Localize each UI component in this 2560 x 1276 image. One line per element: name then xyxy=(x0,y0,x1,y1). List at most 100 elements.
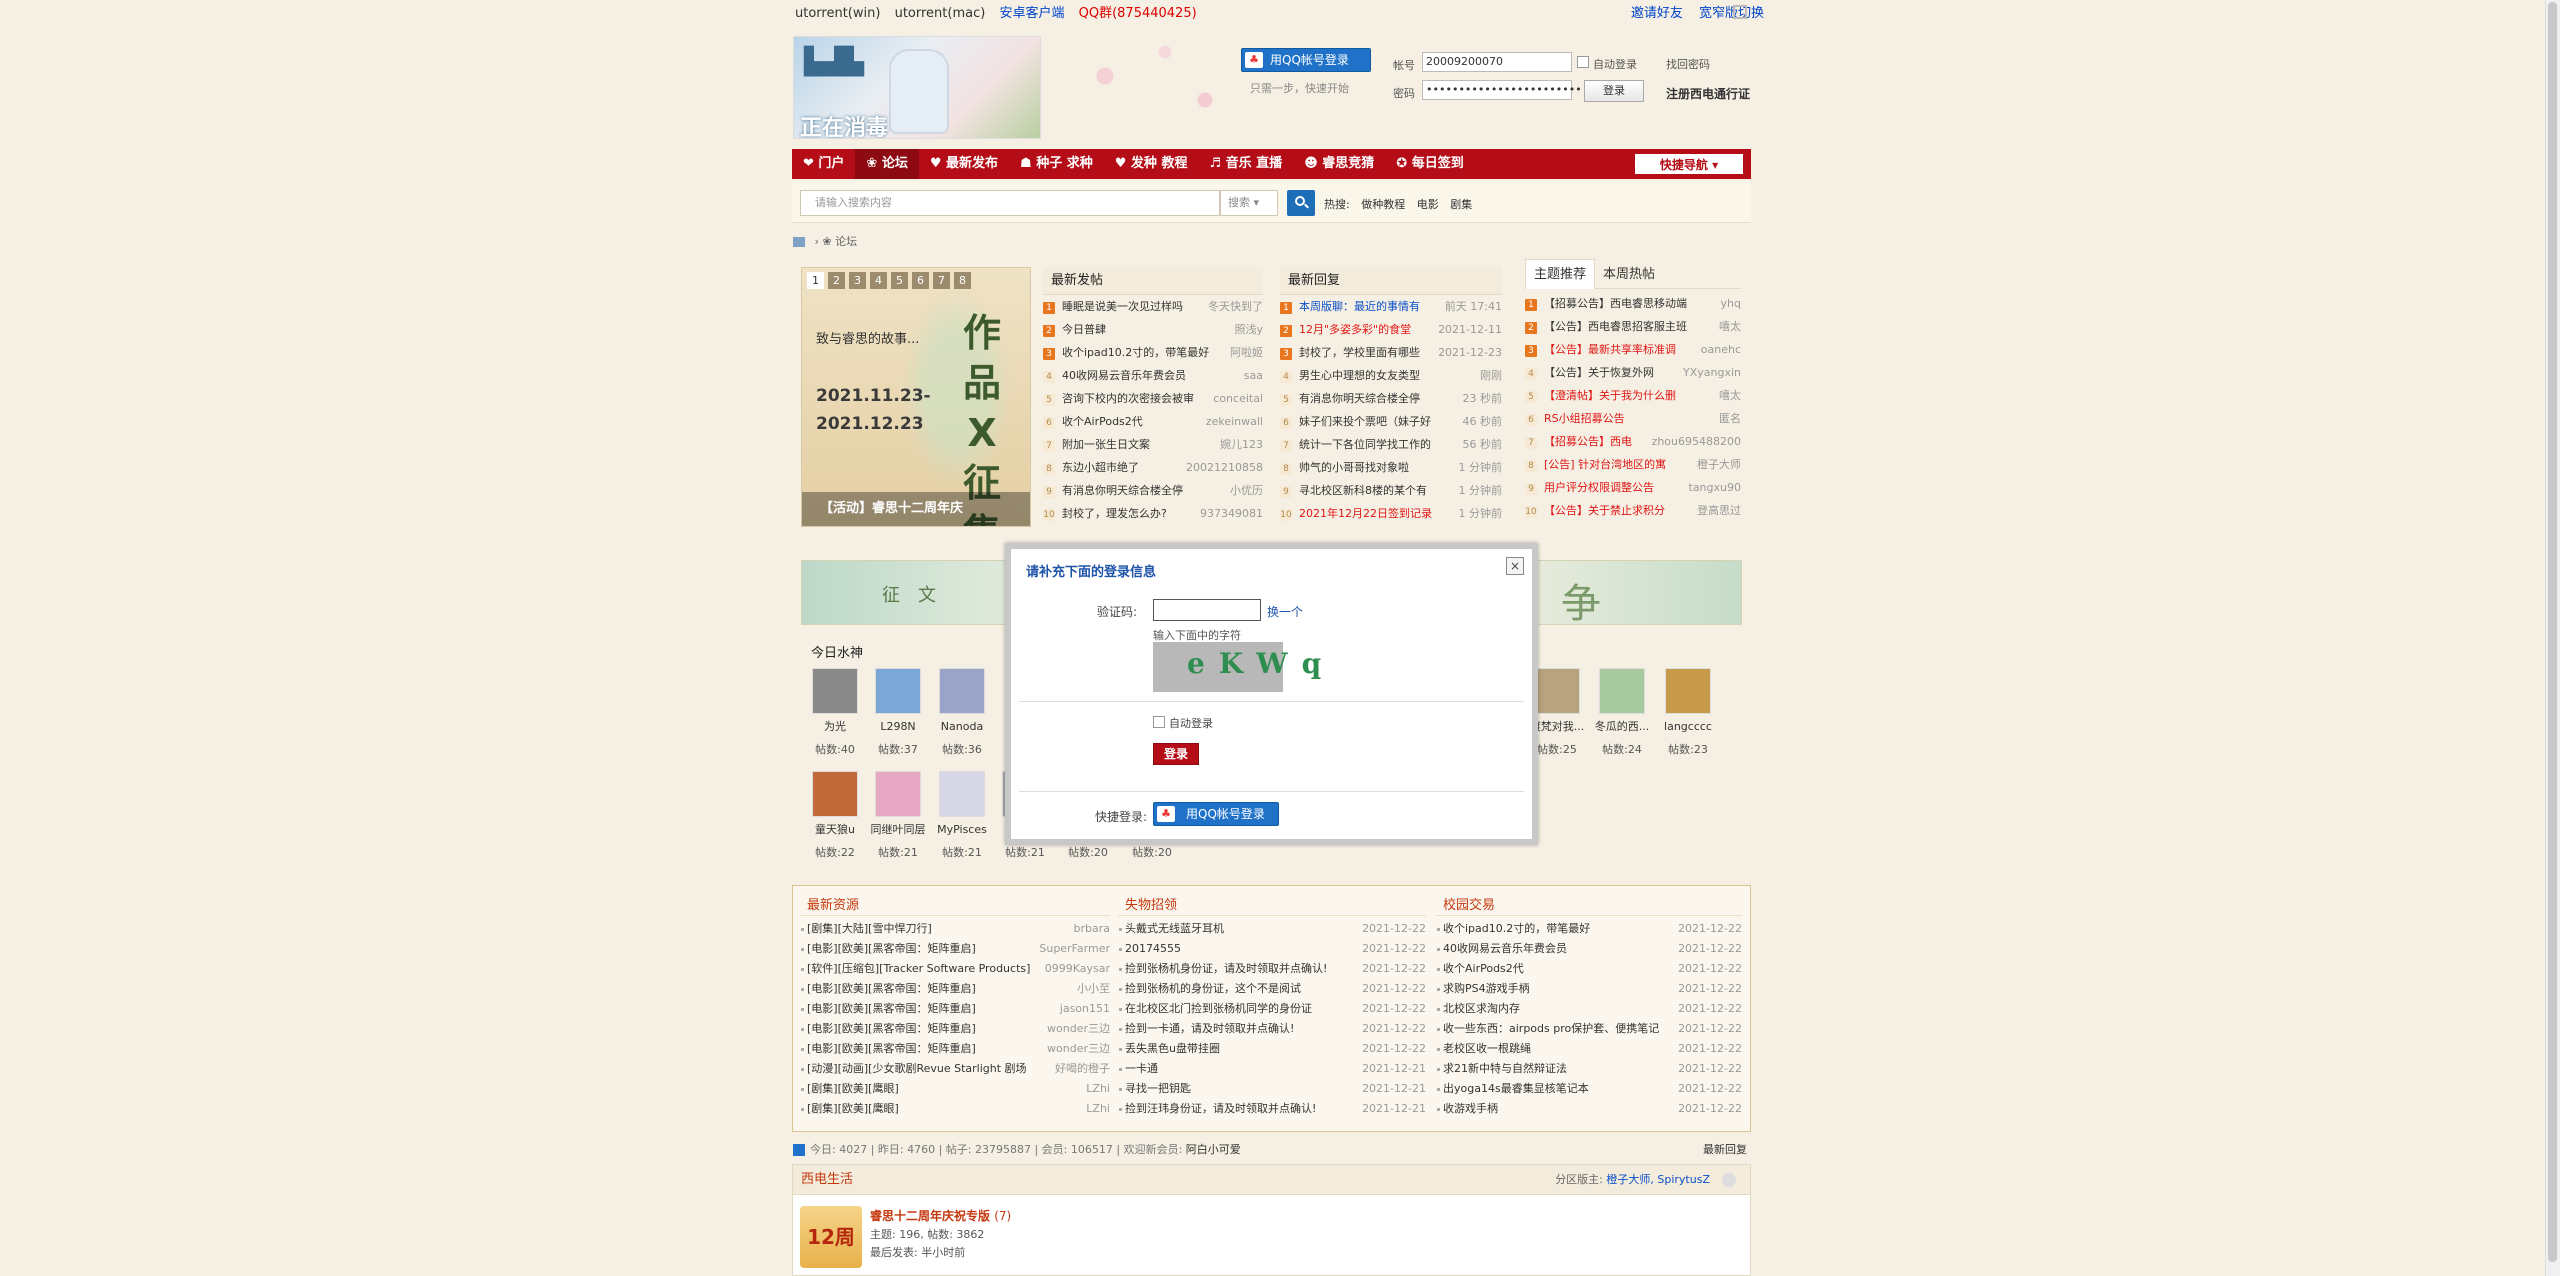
list-item[interactable]: 7 统计一下各位同学找工作的 56 秒前 xyxy=(1280,433,1502,456)
avatar[interactable] xyxy=(939,771,985,817)
item-title[interactable]: 捡到一卡通，请及时领取并点确认! xyxy=(1125,1022,1294,1035)
list-item[interactable]: 收个AirPods2代 2021-12-22 xyxy=(1436,959,1742,979)
hot-search-item[interactable]: 做种教程 xyxy=(1361,198,1405,211)
item-title[interactable]: 东边小超市绝了 xyxy=(1062,461,1139,474)
item-title[interactable]: 40收网易云音乐年费会员 xyxy=(1062,369,1186,382)
item-title[interactable]: [电影][欧美][黑客帝国：矩阵重启] xyxy=(807,1002,976,1015)
item-title[interactable]: [电影][欧美][黑客帝国：矩阵重启] xyxy=(807,982,976,995)
list-item[interactable]: 8 帅气的小哥哥找对象啦 1 分钟前 xyxy=(1280,456,1502,479)
item-title[interactable]: 寻找一把钥匙 xyxy=(1125,1082,1191,1095)
slide-page[interactable]: 1 xyxy=(807,272,824,289)
site-logo[interactable]: ▙▟▙ 正在消毒 xyxy=(793,36,1041,139)
list-item[interactable]: 收一些东西：airpods pro保护套、便携笔记 2021-12-22 xyxy=(1436,1019,1742,1039)
list-item[interactable]: 求购PS4游戏手柄 2021-12-22 xyxy=(1436,979,1742,999)
width-toggle-link[interactable]: 宽窄版切换 xyxy=(1699,6,1764,21)
item-title[interactable]: 【公告】关于禁止求积分 xyxy=(1544,504,1665,517)
item-title[interactable]: 男生心中理想的女友类型 xyxy=(1299,369,1420,382)
item-title[interactable]: [公告] 针对台湾地区的寓 xyxy=(1544,458,1666,471)
water-god-user[interactable]: 冬瓜的西... 帖数:24 xyxy=(1592,668,1652,757)
close-icon[interactable]: × xyxy=(1506,557,1524,575)
lost-found-title[interactable]: 失物招领 xyxy=(1118,896,1426,916)
list-item[interactable]: 4 【公告】关于恢复外网 YXyangxin xyxy=(1525,361,1741,384)
nav-guess[interactable]: ☻ 睿思竞猜 xyxy=(1293,149,1385,179)
utorrent-win-link[interactable]: utorrent(win) xyxy=(795,6,880,21)
item-title[interactable]: 2021年12月22日签到记录 xyxy=(1299,507,1432,520)
scrollbar-thumb[interactable] xyxy=(2548,2,2557,1262)
item-title[interactable]: 求21新中特与自然辩证法 xyxy=(1443,1062,1567,1075)
item-title[interactable]: 【公告】关于恢复外网 xyxy=(1544,366,1654,379)
water-god-user[interactable]: L298N 帖数:37 xyxy=(868,668,928,757)
list-item[interactable]: [剧集][欧美][鹰眼] LZhi xyxy=(800,1099,1110,1119)
item-title[interactable]: 求购PS4游戏手柄 xyxy=(1443,982,1530,995)
qq-group-link[interactable]: QQ群(875440425) xyxy=(1079,6,1197,21)
slide-page[interactable]: 6 xyxy=(912,272,929,289)
android-client-link[interactable]: 安卓客户端 xyxy=(999,6,1064,21)
captcha-image[interactable]: eKWq xyxy=(1153,642,1321,692)
change-captcha-link[interactable]: 换一个 xyxy=(1267,603,1303,620)
list-item[interactable]: 6 妹子们来投个票吧（妹子好 46 秒前 xyxy=(1280,410,1502,433)
item-title[interactable]: [软件][压缩包][Tracker Software Products] xyxy=(807,962,1030,975)
list-item[interactable]: 5 咨询下校内的次密接会被审 conceital xyxy=(1043,387,1263,410)
item-title[interactable]: 附加一张生日文案 xyxy=(1062,438,1150,451)
item-title[interactable]: 捡到张杨机身份证，请及时领取并点确认! xyxy=(1125,962,1327,975)
list-item[interactable]: 捡到一卡通，请及时领取并点确认! 2021-12-22 xyxy=(1118,1019,1426,1039)
item-title[interactable]: 一卡通 xyxy=(1125,1062,1158,1075)
board-name[interactable]: 睿思十二周年庆祝专版 xyxy=(870,1209,990,1223)
list-item[interactable]: 3 【公告】最新共享率标准调 oanehc xyxy=(1525,338,1741,361)
item-title[interactable]: 头戴式无线蓝牙耳机 xyxy=(1125,922,1224,935)
header-login-button[interactable]: 登录 xyxy=(1584,80,1644,102)
item-title[interactable]: 有消息你明天综合楼全停 xyxy=(1299,392,1420,405)
item-title[interactable]: 收一些东西：airpods pro保护套、便携笔记 xyxy=(1443,1022,1659,1035)
item-title[interactable]: 收游戏手柄 xyxy=(1443,1102,1498,1115)
slide-page[interactable]: 3 xyxy=(849,272,866,289)
user-name[interactable]: 冬瓜的西... xyxy=(1592,720,1652,734)
modal-auto-login-checkbox[interactable] xyxy=(1153,716,1165,728)
list-item[interactable]: 8 [公告] 针对台湾地区的寓 橙子大师 xyxy=(1525,453,1741,476)
list-item[interactable]: 9 寻北校区新科8楼的某个有 1 分钟前 xyxy=(1280,479,1502,502)
item-title[interactable]: 统计一下各位同学找工作的 xyxy=(1299,438,1431,451)
item-title[interactable]: 捡到张杨机的身份证，这个不是阅试 xyxy=(1125,982,1301,995)
modal-qq-login-button[interactable]: ♣ 用QQ帐号登录 xyxy=(1153,802,1279,826)
list-item[interactable]: 捡到汪玮身份证，请及时领取并点确认! 2021-12-21 xyxy=(1118,1099,1426,1119)
list-item[interactable]: 1 本周版聊：最近的事情有 前天 17:41 xyxy=(1280,295,1502,318)
find-password-link[interactable]: 找回密码 xyxy=(1666,56,1710,72)
list-item[interactable]: 捡到张杨机的身份证，这个不是阅试 2021-12-22 xyxy=(1118,979,1426,999)
breadcrumb-forum[interactable]: › ❀ 论坛 xyxy=(815,235,858,248)
list-item[interactable]: 4 40收网易云音乐年费会员 saa xyxy=(1043,364,1263,387)
list-item[interactable]: 4 男生心中理想的女友类型 刚刚 xyxy=(1280,364,1502,387)
avatar[interactable] xyxy=(812,771,858,817)
list-item[interactable]: 3 封校了，学校里面有哪些 2021-12-23 xyxy=(1280,341,1502,364)
search-type-select[interactable]: 搜索 ▾ xyxy=(1220,190,1278,216)
water-god-user[interactable]: Nanoda 帖数:36 xyxy=(932,668,992,757)
item-title[interactable]: RS小组招募公告 xyxy=(1544,412,1625,425)
nav-upload[interactable]: ♥ 发种 教程 xyxy=(1104,149,1199,179)
nav-signin[interactable]: ✪ 每日签到 xyxy=(1385,149,1474,179)
list-item[interactable]: 北校区求淘内存 2021-12-22 xyxy=(1436,999,1742,1019)
avatar[interactable] xyxy=(1599,668,1645,714)
tab-recommended[interactable]: 主题推荐 xyxy=(1525,259,1596,289)
item-title[interactable]: 40收网易云音乐年费会员 xyxy=(1443,942,1567,955)
nav-latest[interactable]: ♥ 最新发布 xyxy=(919,149,1009,179)
item-title[interactable]: 出yoga14s最睿集显核笔记本 xyxy=(1443,1082,1589,1095)
list-item[interactable]: 10 封校了，理发怎么办? 937349081 xyxy=(1043,502,1263,525)
item-title[interactable]: [动漫][动画][少女歌剧Revue Starlight 剧场 xyxy=(807,1062,1027,1075)
forum-section-title[interactable]: 西电生活 xyxy=(801,1172,853,1187)
hot-search-item[interactable]: 剧集 xyxy=(1450,198,1472,211)
list-item[interactable]: 6 收个AirPods2代 zekeinwall xyxy=(1043,410,1263,433)
list-item[interactable]: 出yoga14s最睿集显核笔记本 2021-12-22 xyxy=(1436,1079,1742,1099)
resources-title[interactable]: 最新资源 xyxy=(800,896,1110,916)
auto-login-checkbox[interactable] xyxy=(1577,56,1589,68)
item-title[interactable]: 丢失黑色u盘带挂圈 xyxy=(1125,1042,1220,1055)
user-name[interactable]: langcccc xyxy=(1658,720,1718,734)
list-item[interactable]: [电影][欧美][黑客帝国：矩阵重启] SuperFarmer xyxy=(800,939,1110,959)
item-title[interactable]: 20174555 xyxy=(1125,942,1181,955)
search-button[interactable] xyxy=(1287,190,1315,216)
item-title[interactable]: 有消息你明天综合楼全停 xyxy=(1062,484,1183,497)
hot-search-item[interactable]: 电影 xyxy=(1417,198,1439,211)
list-item[interactable]: 2 12月"多姿多彩"的食堂 2021-12-11 xyxy=(1280,318,1502,341)
latest-reply-link[interactable]: 最新回复 xyxy=(1703,1141,1747,1157)
list-item[interactable]: 头戴式无线蓝牙耳机 2021-12-22 xyxy=(1118,919,1426,939)
list-item[interactable]: 收游戏手柄 2021-12-22 xyxy=(1436,1099,1742,1119)
nav-seeds[interactable]: ☗ 种子 求种 xyxy=(1009,149,1104,179)
list-item[interactable]: 2 【公告】西电睿思招客服主班 嘻太 xyxy=(1525,315,1741,338)
